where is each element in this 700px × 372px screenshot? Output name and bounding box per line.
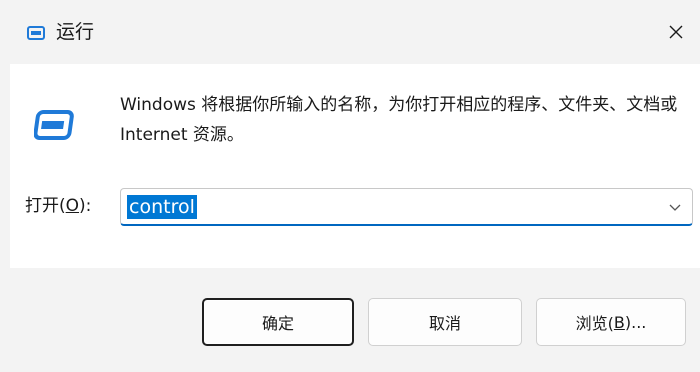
run-icon — [27, 26, 45, 40]
description-text: Windows 将根据你所输入的名称，为你打开相应的程序、文件夹、文档或 Int… — [120, 95, 678, 145]
run-icon — [34, 110, 74, 140]
open-combobox[interactable]: control — [120, 188, 693, 226]
title-bar: 运行 — [0, 0, 700, 64]
close-icon — [669, 25, 683, 39]
cancel-button[interactable]: 取消 — [368, 298, 522, 346]
run-dialog: 运行 Windows 将根据你所输入的名称，为你打开相应的程序、文件夹、文档或 … — [0, 0, 700, 372]
content-area: Windows 将根据你所输入的名称，为你打开相应的程序、文件夹、文档或 Int… — [10, 64, 700, 268]
ok-button[interactable]: 确定 — [202, 298, 354, 346]
window-title: 运行 — [56, 21, 95, 43]
browse-button[interactable]: 浏览(B)... — [536, 298, 686, 346]
open-input-value[interactable]: control — [127, 195, 197, 219]
open-label: 打开(O): — [25, 196, 92, 216]
close-button[interactable] — [656, 14, 696, 50]
chevron-down-icon[interactable] — [668, 200, 682, 214]
